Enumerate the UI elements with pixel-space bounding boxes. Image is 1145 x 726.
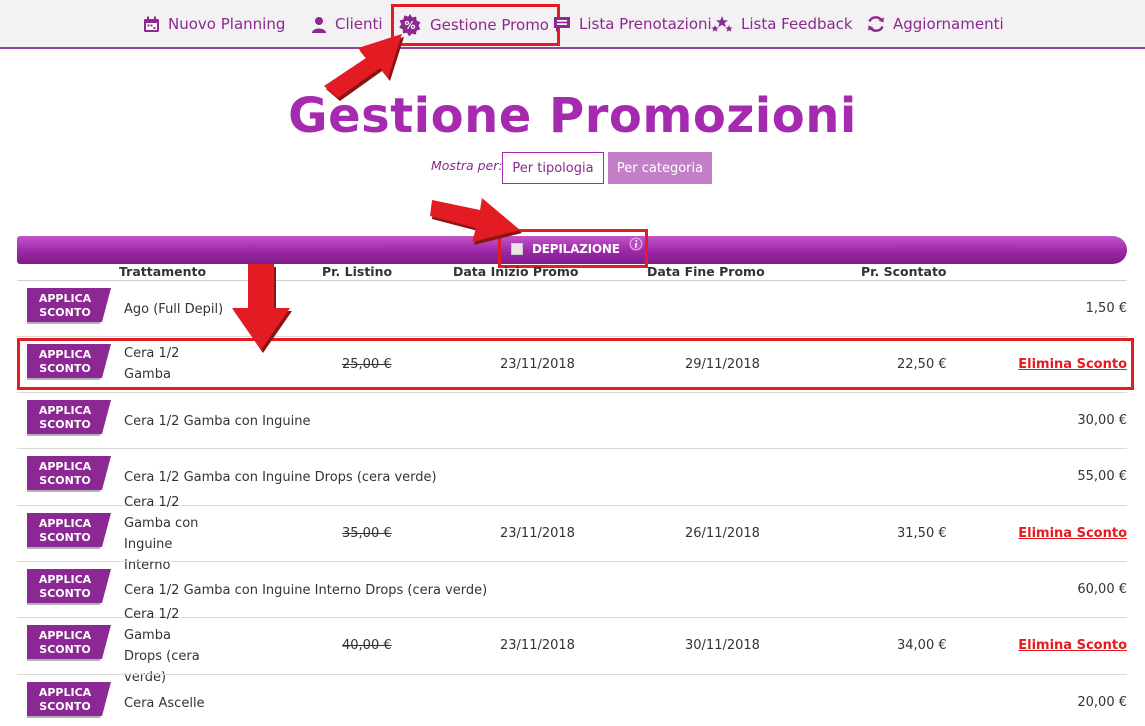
treatment-price: 60,00 € — [1077, 582, 1127, 597]
header-pr-scontato: Pr. Scontato — [861, 264, 947, 279]
category-toggle[interactable]: DEPILAZIONE — [498, 229, 648, 268]
elimina-sconto-link[interactable]: Elimina Sconto — [1018, 638, 1127, 653]
applica-sconto-button[interactable]: APPLICASCONTO — [27, 513, 117, 551]
nav-item-gestione-promo[interactable]: % Gestione Promo — [391, 4, 560, 46]
applica-label: APPLICA — [39, 404, 92, 417]
sconto-label: SCONTO — [39, 362, 90, 375]
applica-label: APPLICA — [39, 348, 92, 361]
sconto-label: SCONTO — [39, 306, 90, 319]
list-icon — [554, 16, 570, 32]
percent-badge-icon: % — [399, 14, 421, 37]
nav-label: Lista Feedback — [741, 15, 853, 33]
promo-start-date: 23/11/2018 — [500, 638, 575, 653]
treatment-name: Ago (Full Depil) — [124, 302, 224, 317]
discounted-price: 22,50 € — [897, 357, 947, 372]
sconto-label: SCONTO — [39, 700, 90, 713]
sconto-label: SCONTO — [39, 531, 90, 544]
top-navigation: Nuovo Planning Clienti % Gestione Promo … — [0, 0, 1145, 49]
treatment-name: Cera Ascelle — [124, 696, 205, 711]
treatment-name: Cera 1/2 Gamba con Inguine Interno Drops… — [124, 583, 488, 598]
table-row: APPLICA SCONTO Cera 1/2 Gamba 25,00 € 23/… — [17, 336, 1127, 392]
list-price: 35,00 € — [342, 526, 392, 541]
list-price: 40,00 € — [342, 638, 392, 653]
nav-label: Clienti — [335, 15, 383, 33]
nav-label: Aggiornamenti — [893, 15, 1004, 33]
nav-label: Gestione Promo — [430, 16, 549, 34]
nav-item-lista-feedback[interactable]: Lista Feedback — [711, 12, 853, 36]
nav-item-aggiornamenti[interactable]: Aggiornamenti — [867, 12, 1004, 36]
sconto-label: SCONTO — [39, 643, 90, 656]
calendar-icon — [144, 16, 159, 32]
discounted-price: 31,50 € — [897, 526, 947, 541]
treatment-name: Cera 1/2 Gamba con Inguine Drops (cera v… — [124, 470, 437, 485]
promo-end-date: 26/11/2018 — [685, 526, 760, 541]
sconto-label: SCONTO — [39, 474, 90, 487]
treatment-price: 20,00 € — [1077, 695, 1127, 710]
sconto-label: SCONTO — [39, 587, 90, 600]
nav-label: Lista Prenotazioni — [579, 15, 712, 33]
applica-label: APPLICA — [39, 460, 92, 473]
filter-per-categoria-button[interactable]: Per categoria — [608, 152, 712, 184]
page-title: Gestione Promozioni — [288, 88, 857, 144]
applica-sconto-button[interactable]: APPLICASCONTO — [27, 288, 117, 326]
refresh-icon — [868, 16, 884, 32]
header-data-fine: Data Fine Promo — [647, 264, 765, 279]
applica-sconto-button[interactable]: APPLICASCONTO — [27, 682, 117, 720]
applica-label: APPLICA — [39, 573, 92, 586]
applica-sconto-button[interactable]: APPLICASCONTO — [27, 344, 117, 382]
header-data-inizio: Data Inizio Promo — [453, 264, 579, 279]
sconto-label: SCONTO — [39, 418, 90, 431]
category-label: DEPILAZIONE — [532, 241, 620, 256]
category-checkbox[interactable] — [511, 242, 523, 255]
applica-sconto-button[interactable]: APPLICASCONTO — [27, 400, 117, 438]
promo-start-date: 23/11/2018 — [500, 526, 575, 541]
promo-end-date: 29/11/2018 — [685, 357, 760, 372]
applica-label: APPLICA — [39, 292, 92, 305]
treatment-price: 30,00 € — [1077, 413, 1127, 428]
treatment-price: 55,00 € — [1077, 469, 1127, 484]
table-row: APPLICA SCONTO Cera 1/2 Gamba Drops (cera… — [17, 607, 1127, 685]
info-icon[interactable] — [629, 237, 643, 251]
table-row: APPLICA SCONTO Cera 1/2 Gamba con Inguine… — [17, 392, 1127, 448]
table-row: APPLICA SCONTO Ago (Full Depil) 1,50 € — [17, 280, 1127, 336]
table-row: APPLICA SCONTO Cera Ascelle 20,00 € — [17, 674, 1127, 726]
elimina-sconto-link[interactable]: Elimina Sconto — [1018, 526, 1127, 541]
list-price: 25,00 € — [342, 357, 392, 372]
svg-text:%: % — [404, 19, 415, 32]
treatment-price: 1,50 € — [1085, 301, 1127, 316]
applica-label: APPLICA — [39, 629, 92, 642]
header-pr-listino: Pr. Listino — [322, 264, 393, 279]
applica-sconto-button[interactable]: APPLICASCONTO — [27, 625, 117, 663]
table-row: APPLICA SCONTO Cera 1/2 Gamba con Inguine… — [17, 495, 1127, 573]
applica-label: APPLICA — [39, 686, 92, 699]
treatment-name: Cera 1/2 Gamba — [124, 346, 180, 382]
filter-per-tipologia-button[interactable]: Per tipologia — [502, 152, 604, 184]
filter-label: Mostra per: — [431, 158, 503, 173]
user-icon — [312, 16, 326, 33]
promo-start-date: 23/11/2018 — [500, 357, 575, 372]
elimina-sconto-link[interactable]: Elimina Sconto — [1018, 357, 1127, 372]
discounted-price: 34,00 € — [897, 638, 947, 653]
nav-item-lista-prenotazioni[interactable]: Lista Prenotazioni — [553, 12, 712, 36]
promo-end-date: 30/11/2018 — [685, 638, 760, 653]
applica-label: APPLICA — [39, 517, 92, 530]
nav-item-nuovo-planning[interactable]: Nuovo Planning — [143, 12, 285, 36]
header-trattamento: Trattamento — [119, 264, 207, 279]
applica-sconto-button[interactable]: APPLICASCONTO — [27, 456, 117, 494]
nav-item-clienti[interactable]: Clienti — [311, 12, 383, 36]
stars-icon — [711, 15, 733, 32]
applica-sconto-button[interactable]: APPLICASCONTO — [27, 569, 117, 607]
treatment-name: Cera 1/2 Gamba con Inguine — [124, 414, 311, 429]
nav-label: Nuovo Planning — [168, 15, 286, 33]
